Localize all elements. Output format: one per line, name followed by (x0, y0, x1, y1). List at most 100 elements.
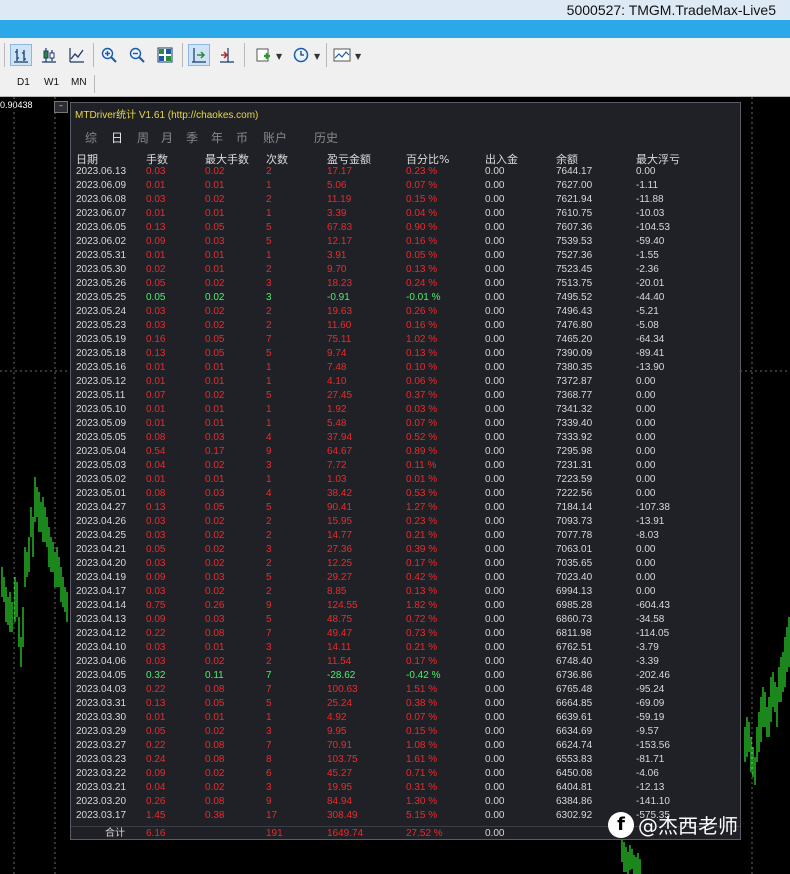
templates-icon[interactable] (331, 44, 353, 66)
row-date: 2023.05.11 (76, 390, 126, 401)
zoom-in-icon[interactable] (98, 44, 120, 66)
row-date: 2023.05.25 (76, 292, 127, 303)
row-count: 7 (266, 628, 272, 639)
row-deposit: 0.00 (485, 796, 505, 807)
row-max-drawdown: 0.00 (636, 404, 656, 415)
row-count: 7 (266, 670, 272, 681)
table-row: 2023.05.11 0.07 0.02 5 27.45 0.37 % 0.00 7368.7… (71, 389, 740, 403)
row-percent: 1.02 % (406, 334, 438, 345)
chevron-down-icon[interactable]: ▼ (314, 52, 320, 61)
table-row: 2023.05.05 0.08 0.03 4 37.94 0.52 % 0.00 7333.9… (71, 431, 740, 445)
row-lots: 0.08 (146, 432, 166, 443)
row-max-lots: 0.03 (205, 572, 225, 583)
row-max-lots: 0.02 (205, 530, 225, 541)
row-deposit: 0.00 (485, 572, 505, 583)
row-profit: 7.48 (327, 362, 347, 373)
row-lots: 0.01 (146, 208, 166, 219)
row-profit: 7.72 (327, 460, 347, 471)
row-deposit: 0.00 (485, 348, 505, 359)
row-percent: 0.06 % (406, 376, 438, 387)
candlestick-icon[interactable] (38, 44, 60, 66)
row-deposit: 0.00 (485, 194, 505, 205)
chart-shift-icon[interactable] (188, 44, 210, 66)
tab-yearly[interactable]: 年 (211, 129, 223, 146)
row-deposit: 0.00 (485, 586, 505, 597)
zoom-out-icon[interactable] (126, 44, 148, 66)
row-lots: 0.03 (146, 656, 166, 667)
row-lots: 0.03 (146, 194, 166, 205)
row-balance: 6404.81 (556, 782, 593, 793)
row-balance: 7621.94 (556, 194, 593, 205)
tab-account[interactable]: 账户 (263, 129, 287, 146)
row-max-lots: 0.08 (205, 754, 225, 765)
row-balance: 7644.17 (556, 166, 593, 177)
watermark-text: @杰西老师 (638, 814, 738, 838)
row-max-lots: 0.02 (205, 278, 225, 289)
row-balance: 6664.85 (556, 698, 593, 709)
row-percent: 0.42 % (406, 572, 438, 583)
row-profit: -28.62 (327, 670, 356, 681)
row-lots: 0.03 (146, 558, 166, 569)
table-row: 2023.04.10 0.03 0.01 3 14.11 0.21 % 0.00 6762.5… (71, 641, 740, 655)
row-percent: 0.23 % (406, 516, 438, 527)
row-max-lots: 0.03 (205, 614, 225, 625)
timeframe-w1[interactable]: W1 (44, 77, 59, 88)
row-balance: 7077.78 (556, 530, 593, 541)
panel-minimize-button[interactable]: – (54, 101, 68, 113)
timeframe-mn[interactable]: MN (71, 77, 87, 88)
row-profit: 67.83 (327, 222, 353, 233)
tab-symbol[interactable]: 币 (236, 129, 248, 146)
tab-daily[interactable]: 日 (111, 129, 123, 146)
row-count: 1 (266, 376, 272, 387)
row-lots: 0.01 (146, 250, 166, 261)
line-chart-icon[interactable] (66, 44, 88, 66)
timeframe-d1[interactable]: D1 (17, 77, 30, 88)
tab-weekly[interactable]: 周 (137, 129, 149, 146)
row-date: 2023.06.08 (76, 194, 127, 205)
row-max-drawdown: -12.13 (636, 782, 665, 793)
row-balance: 7035.65 (556, 558, 593, 569)
row-max-drawdown: -141.10 (636, 796, 670, 807)
row-max-lots: 0.02 (205, 194, 225, 205)
tile-windows-icon[interactable] (154, 44, 176, 66)
row-lots: 0.09 (146, 236, 166, 247)
row-profit: 8.85 (327, 586, 347, 597)
tab-quarterly[interactable]: 季 (186, 129, 198, 146)
panel-title: MTDriver统计 V1.61 (http://chaokes.com) (75, 110, 259, 121)
row-date: 2023.05.10 (76, 404, 127, 415)
bar-chart-icon[interactable] (10, 44, 32, 66)
row-balance: 7513.75 (556, 278, 593, 289)
row-max-lots: 0.01 (205, 362, 225, 373)
row-lots: 0.08 (146, 488, 166, 499)
autoscroll-icon[interactable] (216, 44, 238, 66)
row-deposit: 0.00 (485, 222, 505, 233)
row-date: 2023.05.23 (76, 320, 127, 331)
tab-history[interactable]: 历史 (314, 129, 338, 146)
indicators-icon[interactable] (252, 44, 274, 66)
toolbar-separator (93, 43, 94, 67)
row-profit: 45.27 (327, 768, 353, 779)
row-balance: 6450.08 (556, 768, 593, 779)
table-row: 2023.03.31 0.13 0.05 5 25.24 0.38 % 0.00 6664.8… (71, 697, 740, 711)
total-profit: 1649.74 (327, 828, 364, 839)
row-max-drawdown: -107.38 (636, 502, 670, 513)
chevron-down-icon[interactable]: ▼ (355, 52, 361, 61)
row-balance: 7527.36 (556, 250, 593, 261)
periods-icon[interactable] (290, 44, 312, 66)
row-percent: 0.38 % (406, 698, 438, 709)
row-lots: 0.01 (146, 712, 166, 723)
tab-summary[interactable]: 综 (85, 129, 97, 146)
row-date: 2023.03.23 (76, 754, 127, 765)
tab-monthly[interactable]: 月 (161, 129, 173, 146)
row-percent: 0.73 % (406, 628, 438, 639)
row-balance: 6994.13 (556, 586, 593, 597)
row-max-drawdown: 0.00 (636, 390, 656, 401)
chevron-down-icon[interactable]: ▼ (276, 52, 282, 61)
row-date: 2023.04.17 (76, 586, 127, 597)
row-balance: 7231.31 (556, 460, 593, 471)
row-count: 5 (266, 222, 272, 233)
table-row: 2023.05.30 0.02 0.01 2 9.70 0.13 % 0.00 7523.45… (71, 263, 740, 277)
row-deposit: 0.00 (485, 600, 505, 611)
row-max-drawdown: -9.57 (636, 726, 659, 737)
row-max-drawdown: -44.40 (636, 292, 665, 303)
